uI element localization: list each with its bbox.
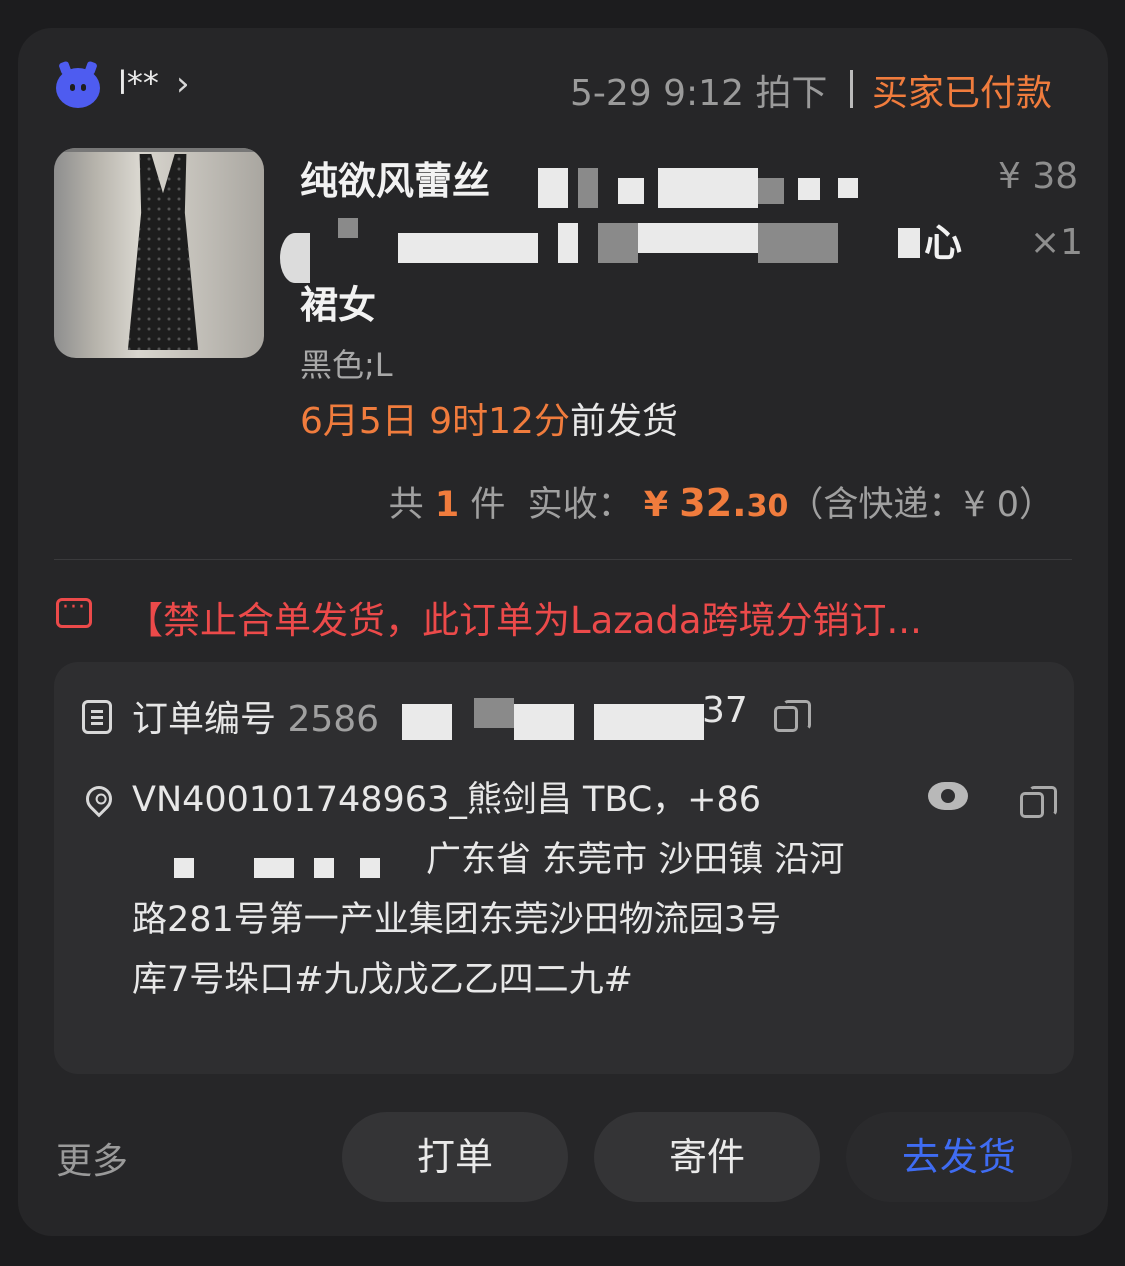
location-pin-icon [80, 780, 118, 818]
copy-address-icon[interactable] [1020, 786, 1057, 818]
ship-deadline: 6月5日 9时12分前发货 [300, 392, 678, 444]
redaction-block [338, 218, 358, 238]
product-image[interactable] [54, 148, 264, 358]
unit-price: ¥ 38 [998, 156, 1079, 197]
redaction-block [838, 178, 858, 198]
redaction-block [314, 858, 334, 878]
redaction-block [474, 698, 514, 728]
redaction-block [798, 178, 820, 200]
address-line3: 路281号第一产业集团东莞沙田物流园3号 [132, 900, 782, 940]
product-name-line1: 纯欲风蕾丝 [300, 159, 491, 203]
redaction-block [558, 223, 578, 263]
chevron-right-icon[interactable]: › [176, 64, 190, 104]
message-icon [56, 595, 92, 628]
shipping-fee: （含快递：¥ 0） [788, 485, 1054, 525]
copy-order-number-icon[interactable] [774, 700, 811, 732]
shipping-address: VN400101748963_熊剑昌 TBC，+86 广东省 东莞市 沙田镇 沿… [132, 770, 932, 1010]
order-info-box: 订单编号 2586 37 VN400101748963_熊剑昌 TBC，+86 … [54, 662, 1074, 1074]
redaction-block [398, 233, 538, 263]
divider [54, 559, 1072, 560]
currency-symbol: ¥ [643, 485, 669, 525]
order-status: 买家已付款 [872, 73, 1053, 114]
seller-notice[interactable]: 【禁止合单发货，此订单为Lazada跨境分销订... [126, 590, 922, 644]
order-card: l** › 5-29 9:12 拍下 买家已付款 纯欲风蕾丝 裙女 心 ¥ 38… [18, 28, 1108, 1236]
redaction-block [618, 178, 644, 204]
quantity: ×1 [1030, 222, 1084, 263]
ship-deadline-suffix: 前发货 [569, 401, 678, 442]
redaction-block [758, 178, 784, 204]
ship-deadline-date: 6月5日 9时12分 [300, 401, 570, 442]
order-number-end: 37 [702, 690, 748, 731]
send-package-button[interactable]: 寄件 [594, 1112, 820, 1202]
redaction-block [174, 858, 194, 878]
address-line1: VN400101748963_熊剑昌 TBC，+86 [132, 780, 762, 820]
redaction-block [638, 223, 758, 253]
ship-button[interactable]: 去发货 [846, 1112, 1072, 1202]
buyer-name[interactable]: l** [118, 64, 159, 102]
order-number-label: 订单编号 [132, 699, 277, 740]
order-summary: 共 1 件 实收： ¥ 32.30（含快递：¥ 0） [389, 476, 1054, 527]
order-time: 5-29 9:12 拍下 [570, 73, 828, 114]
redaction-block [360, 858, 380, 878]
redaction-block [594, 704, 704, 740]
redaction-block [538, 168, 568, 208]
item-count: 1 [434, 485, 460, 525]
product-name-line3: 裙女 [300, 283, 377, 327]
divider [850, 70, 853, 108]
redaction-block [402, 704, 452, 740]
print-order-button[interactable]: 打单 [342, 1112, 568, 1202]
redaction-block [898, 228, 920, 258]
order-number-start: 2586 [287, 699, 380, 740]
received-label: 实收： [527, 485, 633, 525]
redaction-block [658, 168, 758, 208]
received-amount: 32.30 [679, 481, 789, 525]
order-number-row: 订单编号 2586 [132, 690, 379, 742]
order-number-icon [82, 700, 112, 734]
redaction-block [514, 704, 574, 740]
item-count-unit: 件 [470, 485, 506, 525]
redaction-block [758, 223, 838, 263]
redaction-block [598, 223, 638, 263]
redaction-block [280, 233, 310, 283]
address-line2: 广东省 东莞市 沙田镇 沿河 [426, 840, 845, 880]
show-address-eye-icon[interactable] [928, 782, 968, 810]
product-name-line2-end: 心 [924, 221, 963, 265]
buyer-avatar-icon[interactable] [56, 68, 100, 108]
more-button[interactable]: 更多 [56, 1132, 128, 1184]
product-spec: 黑色;L [300, 346, 393, 384]
summary-prefix: 共 [388, 485, 424, 525]
redaction-block [578, 168, 598, 208]
address-line4: 库7号垛口#九戊戊乙乙四二九# [132, 960, 633, 1000]
redaction-block [254, 858, 294, 878]
